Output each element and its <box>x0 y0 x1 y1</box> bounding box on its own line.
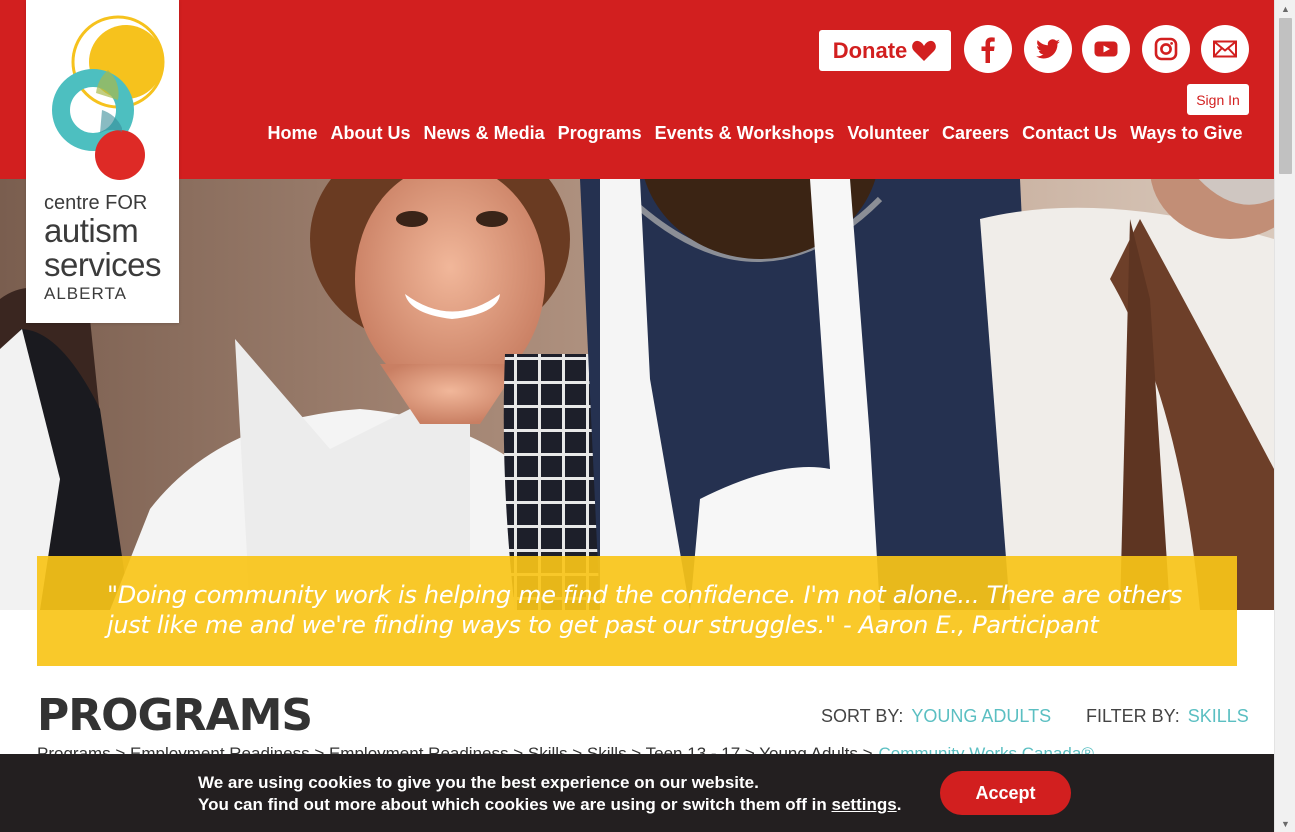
logo-line-4: ALBERTA <box>44 284 127 303</box>
youtube-button[interactable] <box>1082 25 1130 73</box>
nav-item-programs[interactable]: Programs <box>551 121 648 145</box>
filter-by: FILTER BY: SKILLS <box>1086 706 1249 727</box>
testimonial-quote-band: "Doing community work is helping me find… <box>37 556 1237 666</box>
logo-wordmark: centre FOR autism services ALBERTA <box>44 192 162 304</box>
main-nav: Home About Us News & Media Programs Even… <box>261 121 1249 145</box>
site-logo[interactable]: centre FOR autism services ALBERTA <box>26 0 179 323</box>
site-header: Donate Sign In Home About Us News & Medi… <box>0 0 1274 179</box>
cookie-banner: We are using cookies to give you the bes… <box>0 754 1274 832</box>
twitter-icon <box>1036 39 1060 59</box>
donate-label: Donate <box>832 37 908 63</box>
sort-by-label: SORT BY: <box>821 706 904 726</box>
accept-cookies-button[interactable]: Accept <box>940 771 1071 815</box>
instagram-icon <box>1154 37 1178 61</box>
mail-icon <box>1213 40 1237 58</box>
cookie-line-2: You can find out more about which cookie… <box>198 794 901 816</box>
cookie-line-2-text: You can find out more about which cookie… <box>198 795 827 814</box>
scroll-thumb[interactable] <box>1279 18 1292 174</box>
nav-item-contact-us[interactable]: Contact Us <box>1016 121 1124 145</box>
heart-icon <box>912 40 937 61</box>
hero-image <box>0 179 1274 610</box>
nav-item-events-workshops[interactable]: Events & Workshops <box>648 121 841 145</box>
scroll-down-icon[interactable]: ▼ <box>1275 815 1295 832</box>
cookie-settings-link[interactable]: settings <box>832 795 897 814</box>
scroll-up-icon[interactable]: ▲ <box>1275 0 1295 17</box>
nav-item-volunteer[interactable]: Volunteer <box>841 121 936 145</box>
nav-item-about-us[interactable]: About Us <box>324 121 417 145</box>
sort-by: SORT BY: YOUNG ADULTS <box>821 706 1051 727</box>
filter-by-value[interactable]: SKILLS <box>1188 706 1249 727</box>
sort-by-value[interactable]: YOUNG ADULTS <box>911 706 1051 727</box>
sign-in-button[interactable]: Sign In <box>1187 84 1249 115</box>
hero-photo-illustration <box>0 179 1274 610</box>
logo-line-1: centre FOR <box>44 192 148 214</box>
instagram-button[interactable] <box>1142 25 1190 73</box>
logo-circles-icon <box>52 15 165 180</box>
nav-item-news-media[interactable]: News & Media <box>417 121 551 145</box>
page-title: PROGRAMS <box>37 690 313 741</box>
twitter-button[interactable] <box>1024 25 1072 73</box>
page-viewport: Donate Sign In Home About Us News & Medi… <box>0 0 1274 832</box>
facebook-button[interactable] <box>964 25 1012 73</box>
facebook-icon <box>981 37 995 63</box>
logo-line-3: services <box>44 246 162 283</box>
cookie-message: We are using cookies to give you the bes… <box>198 772 901 816</box>
cookie-line-2-suffix: . <box>896 795 902 814</box>
youtube-icon <box>1094 41 1118 57</box>
nav-item-ways-to-give[interactable]: Ways to Give <box>1124 121 1249 145</box>
nav-item-home[interactable]: Home <box>261 121 324 145</box>
nav-item-careers[interactable]: Careers <box>936 121 1016 145</box>
filter-by-label: FILTER BY: <box>1086 706 1180 726</box>
page-scrollbar[interactable]: ▲ ▼ <box>1274 0 1295 832</box>
cookie-line-1: We are using cookies to give you the bes… <box>198 773 759 792</box>
logo-line-2: autism <box>44 212 139 249</box>
email-button[interactable] <box>1201 25 1249 73</box>
testimonial-quote: "Doing community work is helping me find… <box>107 581 1183 639</box>
donate-button[interactable]: Donate <box>819 30 951 71</box>
